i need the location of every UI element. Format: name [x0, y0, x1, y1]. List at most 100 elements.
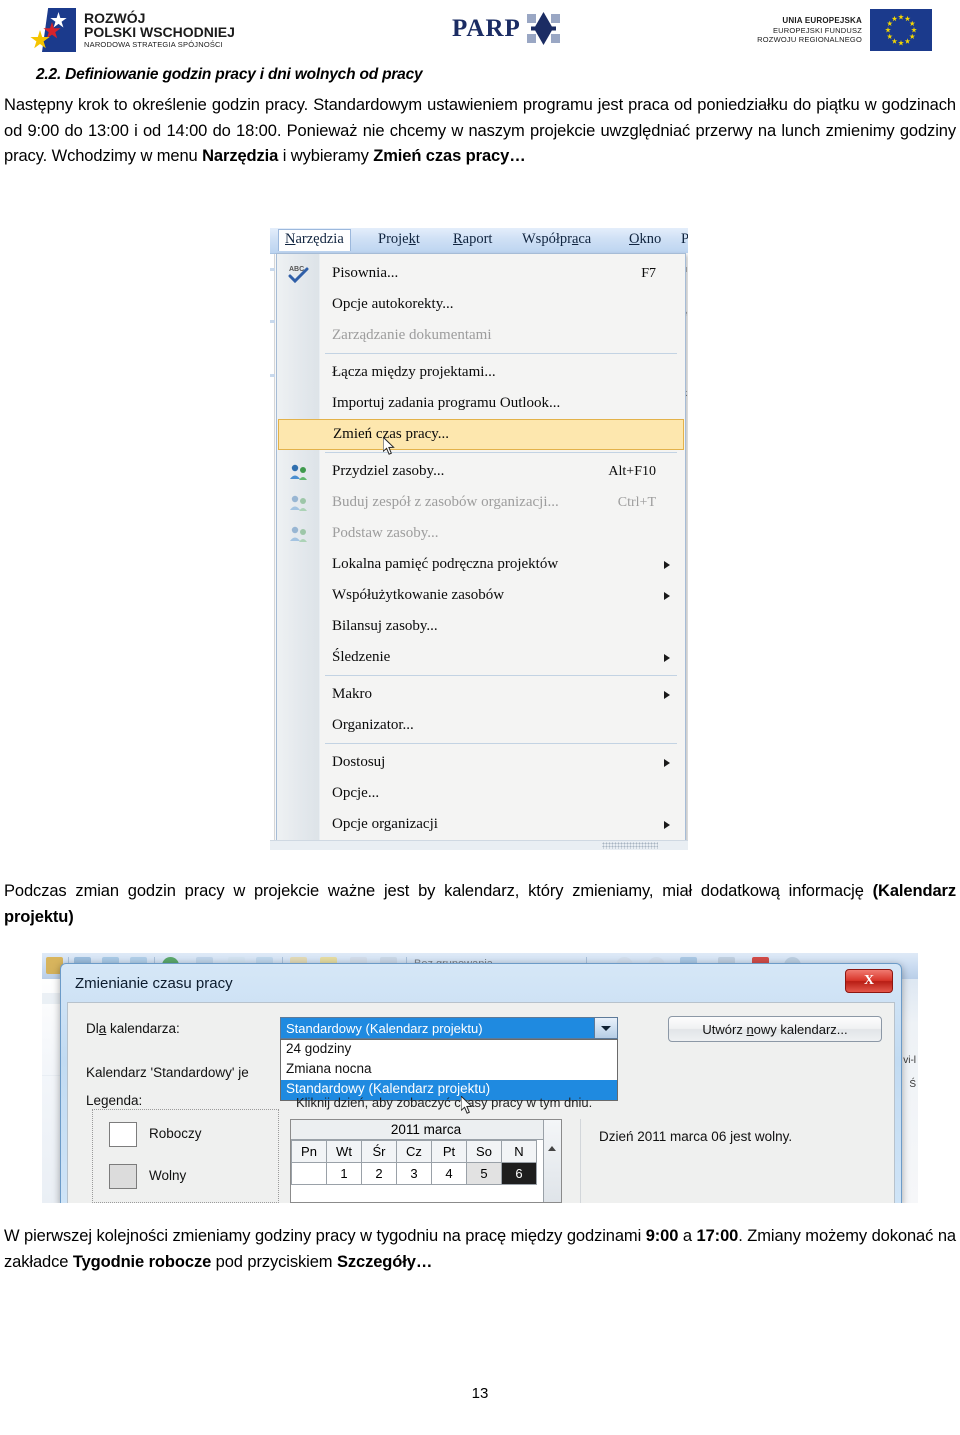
calendar-day-cell[interactable]: 1 [326, 1162, 362, 1185]
month-calendar[interactable]: 2011 marca Pn Wt Śr Cz Pt So N 123456 [290, 1119, 562, 1203]
svg-text:ABC: ABC [289, 266, 304, 273]
paragraph-intro: Następny krok to określenie godzin pracy… [4, 96, 956, 166]
eu-line-3: ROZWOJU REGIONALNEGO [757, 35, 862, 44]
spellcheck-icon: ABC [288, 264, 310, 284]
menu-item-label: Importuj zadania programu Outlook... [332, 395, 561, 411]
eu-line-1: UNIA EUROPEJSKA [782, 15, 862, 25]
calendar-day-header: N [501, 1140, 537, 1163]
calendar-day-cell[interactable]: 6 [501, 1162, 537, 1185]
submenu-arrow-icon [664, 758, 670, 767]
menubar-item-pomoc[interactable]: P [681, 231, 688, 248]
dialog-body: Dla kalendarza: Standardowy (Kalendarz p… [67, 1002, 895, 1203]
label-legenda: Legenda: [86, 1093, 143, 1108]
calendar-grid[interactable]: Pn Wt Śr Cz Pt So N 123456 [291, 1140, 537, 1185]
eu-star-icon [898, 14, 904, 20]
combobox-option[interactable]: Zmiana nocna [281, 1060, 617, 1080]
calendar-day-cell[interactable]: 3 [396, 1162, 432, 1185]
label-kalendarz-standardowy: Kalendarz 'Standardowy' je [86, 1065, 249, 1080]
calendar-day-cell[interactable]: 5 [466, 1162, 502, 1185]
day-info-text: Dzień 2011 marca 06 jest wolny. [599, 1129, 793, 1144]
close-button[interactable]: X [845, 969, 893, 993]
menu-item[interactable]: Współużytkowanie zasobów [278, 580, 684, 611]
calendar-scroll-up-button[interactable] [543, 1120, 561, 1202]
section-heading: 2.2. Definiowanie godzin pracy i dni wol… [36, 66, 423, 83]
calendar-day-header: Wt [326, 1140, 362, 1163]
menu-item[interactable]: Łącza między projektami... [278, 357, 684, 388]
menubar-item-narzedzia[interactable]: Narzędzia [278, 229, 351, 251]
menu-item[interactable]: Zmień czas pracy... [278, 419, 684, 450]
menu-item[interactable]: Opcje autokorekty... [278, 289, 684, 320]
narzedzia-dropdown-panel: ABC Pisownia... F7 Opcje autokorekty... Zarz… [276, 253, 686, 843]
resize-grip-icon[interactable] [602, 842, 658, 849]
eu-star-icon [886, 33, 893, 39]
create-new-calendar-button[interactable]: Utwórz nowy kalendarz... [668, 1016, 882, 1042]
build-team-icon [288, 493, 310, 513]
menu-item[interactable]: Bilansuj zasoby... [278, 611, 684, 642]
logo-parp: PARP [452, 12, 561, 46]
day-info-panel: Dzień 2011 marca 06 jest wolny. [580, 1119, 881, 1203]
menubar-item-projekt[interactable]: Projekt [378, 231, 420, 248]
calendar-combobox[interactable]: Standardowy (Kalendarz projektu) [280, 1017, 618, 1039]
menu-item[interactable]: Importuj zadania programu Outlook... [278, 388, 684, 419]
menu-item[interactable]: Makro [278, 679, 684, 710]
click-day-hint: Kliknij dzień, aby zobaczyć czasy pracy … [296, 1095, 593, 1110]
menu-item-label: Dostosuj [332, 754, 386, 770]
menu-item-label: Opcje... [332, 785, 380, 801]
menu-item: Zarządzanie dokumentami [278, 320, 684, 351]
menu-separator [325, 675, 677, 676]
menu-item-label: Buduj zespół z zasobów organizacji... [332, 494, 559, 510]
menubar-item-raport[interactable]: Raport [453, 231, 492, 248]
menu-item[interactable]: Opcje organizacji [278, 809, 684, 840]
menu-item[interactable]: Przydziel zasoby... Alt+F10 [278, 456, 684, 487]
legend-swatch-roboczy [109, 1122, 137, 1147]
menu-item[interactable]: Opcje... [278, 778, 684, 809]
rpw-line-1: ROZWÓJ [84, 10, 146, 27]
legend-swatch-wolny [109, 1164, 137, 1189]
submenu-arrow-icon [664, 560, 670, 569]
eu-star-icon [886, 20, 893, 26]
menu-item[interactable]: ABC Pisownia... F7 [278, 258, 684, 289]
zmienianie-czasu-pracy-dialog: Zmienianie czasu pracy X Dla kalendarza:… [60, 963, 902, 1203]
legend-group: Roboczy Wolny [92, 1109, 279, 1203]
eu-star-icon [904, 15, 911, 22]
chevron-down-icon[interactable] [594, 1018, 617, 1038]
calendar-day-header: Cz [396, 1140, 432, 1163]
assign-resources-icon [288, 462, 310, 482]
menubar-item-okno[interactable]: Okno [629, 231, 661, 248]
eu-star-icon [904, 38, 911, 44]
legend-label-wolny: Wolny [149, 1168, 187, 1183]
eu-line-2: EUROPEJSKI FUNDUSZ [772, 25, 862, 35]
menu-item[interactable]: Organizator... [278, 710, 684, 741]
paragraph-week-hours: W pierwszej kolejności zmieniamy godziny… [4, 1227, 956, 1271]
submenu-arrow-icon [664, 653, 670, 662]
bg-stripe [270, 320, 275, 323]
calendar-month-label: 2011 marca [291, 1120, 561, 1140]
calendar-combobox-dropdown[interactable]: 24 godziny Zmiana nocna Standardowy (Kalen… [280, 1039, 618, 1101]
menu-item-label: Zarządzanie dokumentami [332, 327, 492, 343]
eu-star-icon [891, 38, 898, 44]
bg-stripe [270, 268, 275, 271]
calendar-day-cell[interactable]: 4 [431, 1162, 467, 1185]
submenu-arrow-icon [664, 690, 670, 699]
calendar-day-cell[interactable] [291, 1162, 327, 1185]
logo-unia-europejska: UNIA EUROPEJSKA EUROPEJSKI FUNDUSZ ROZWO… [757, 9, 932, 51]
menu-separator [325, 353, 677, 354]
eu-star-icon [898, 40, 904, 46]
page-header-logos: ROZWÓJ POLSKI WSCHODNIEJ NARODOWA STRATE… [0, 0, 960, 62]
substitute-resources-icon [288, 524, 310, 544]
menu-item: Buduj zespół z zasobów organizacji... Ctr… [278, 487, 684, 518]
calendar-day-header: Pn [291, 1140, 327, 1163]
bg-gridline [274, 253, 275, 841]
menu-item[interactable]: Lokalna pamięć podręczna projektów [278, 549, 684, 580]
menu-separator [325, 743, 677, 744]
menu-item-shortcut: Alt+F10 [608, 463, 656, 479]
menubar-item-wspolpraca[interactable]: Współpraca [522, 231, 591, 248]
menu-item[interactable]: Śledzenie [278, 642, 684, 673]
menu-item[interactable]: Dostosuj [278, 747, 684, 778]
parp-symbol-icon [526, 12, 561, 46]
menu-item-label: Bilansuj zasoby... [332, 618, 438, 634]
rpw-line-3: NARODOWA STRATEGIA SPÓJNOŚCI [84, 40, 223, 50]
calendar-day-cell[interactable]: 2 [361, 1162, 397, 1185]
logo-rozwoj-polski-wschodniej: ROZWÓJ POLSKI WSCHODNIEJ NARODOWA STRATE… [30, 8, 235, 52]
combobox-option[interactable]: 24 godziny [281, 1040, 617, 1060]
